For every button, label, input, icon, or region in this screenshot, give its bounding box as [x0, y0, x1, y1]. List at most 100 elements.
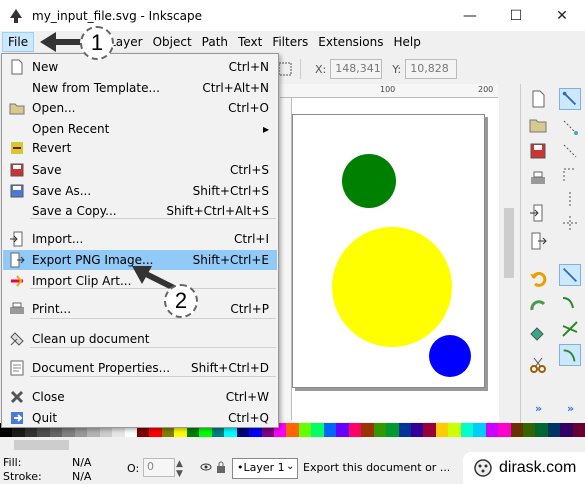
file-menu-item[interactable]: New Ctrl+N [3, 57, 277, 77]
color-swatch[interactable] [361, 423, 374, 437]
color-swatch[interactable] [410, 423, 424, 437]
quit-icon [11, 412, 23, 424]
y-label: Y: [392, 62, 402, 76]
snap-intersection-icon[interactable] [561, 320, 579, 338]
undo-icon[interactable] [529, 270, 547, 288]
color-swatch[interactable] [510, 423, 524, 437]
file-menu-item[interactable]: Import... Ctrl+I [3, 229, 277, 249]
canvas[interactable] [292, 98, 499, 422]
color-swatch[interactable] [348, 423, 362, 437]
vertical-scrollbar[interactable] [499, 98, 519, 422]
file-menu-item-label: Open... [32, 101, 76, 115]
color-swatch[interactable] [298, 423, 312, 437]
stroke-value[interactable]: N/A [72, 470, 91, 483]
file-menu-item-shortcut: Shift+Ctrl+Alt+S [166, 204, 269, 218]
file-menu-item[interactable]: Save Ctrl+S [3, 160, 277, 180]
file-menu-item[interactable]: Quit Ctrl+Q [3, 408, 277, 428]
color-swatch[interactable] [572, 423, 585, 437]
green-circle[interactable] [342, 154, 396, 208]
snap-path-icon[interactable] [561, 294, 579, 312]
color-swatch[interactable] [323, 423, 337, 437]
horizontal-scrollbar[interactable] [0, 437, 585, 453]
select-all-icon[interactable] [278, 62, 292, 76]
status-message: Export this document or ... [303, 461, 451, 474]
color-swatch[interactable] [398, 423, 411, 437]
file-menu-item[interactable]: Open Recent ▸ [3, 119, 277, 139]
chevron-down-icon[interactable]: ⌄ [286, 461, 294, 472]
color-swatch[interactable] [435, 423, 449, 437]
folder-open-icon [9, 103, 25, 115]
file-menu-item[interactable]: Print... Ctrl+P [3, 299, 277, 319]
color-swatch[interactable] [448, 423, 461, 437]
file-menu-item[interactable]: Document Properties... Shift+Ctrl+D [3, 358, 277, 378]
color-swatch[interactable] [286, 423, 299, 437]
watermark-text: dirask.com [499, 459, 577, 476]
file-menu-item-label: Quit [32, 411, 58, 425]
menu-filters[interactable]: Filters [267, 32, 313, 52]
menu-separator [30, 347, 276, 348]
blue-circle[interactable] [429, 335, 471, 377]
file-menu-item[interactable]: New from Template... Ctrl+Alt+N [3, 78, 277, 98]
more-commands-icon[interactable]: » [535, 402, 542, 415]
new-document-icon[interactable] [529, 90, 547, 108]
right-toolbars: » » [520, 84, 585, 424]
color-swatch[interactable] [336, 423, 349, 437]
fill-value[interactable]: N/A [72, 456, 91, 469]
opacity-stepper[interactable]: ▲ ▼ [176, 459, 183, 479]
snap-bbox-midpoint-icon[interactable] [561, 190, 579, 208]
file-menu-item[interactable]: Open... Ctrl+O [3, 98, 277, 118]
folder-open-icon[interactable] [529, 116, 547, 134]
x-coordinate-input[interactable]: 148,341 [330, 59, 383, 79]
color-swatch[interactable] [473, 423, 486, 437]
more-snap-controls-icon[interactable]: » [567, 402, 574, 415]
zoom-drawing-icon[interactable] [529, 324, 547, 342]
color-swatch[interactable] [560, 423, 573, 437]
color-swatch[interactable] [535, 423, 548, 437]
color-swatch[interactable] [373, 423, 387, 437]
snap-enable-icon[interactable] [559, 88, 581, 110]
file-menu-item-shortcut: Ctrl+I [234, 232, 269, 246]
file-menu-item[interactable]: Revert [3, 138, 277, 158]
snap-bbox-icon[interactable] [561, 118, 579, 136]
menu-path[interactable]: Path [197, 32, 233, 52]
snap-bbox-corner-icon[interactable] [561, 166, 579, 184]
menu-object[interactable]: Object [148, 32, 197, 52]
file-menu-item[interactable]: Save As... Shift+Ctrl+S [3, 181, 277, 201]
color-swatch[interactable] [498, 423, 511, 437]
redo-icon[interactable] [529, 296, 547, 314]
snap-bbox-edge-icon[interactable] [561, 142, 579, 160]
color-swatch[interactable] [485, 423, 499, 437]
layer-visibility-icon[interactable] [200, 461, 212, 473]
file-menu-item[interactable]: Clean up document [3, 329, 277, 349]
menu-file[interactable]: File [2, 32, 35, 52]
y-coordinate-input[interactable]: 10,828 [405, 59, 458, 79]
print-icon[interactable] [529, 170, 547, 188]
vertical-ruler [280, 98, 292, 420]
save-icon[interactable] [529, 142, 547, 160]
file-menu-item[interactable]: Close Ctrl+W [3, 387, 277, 407]
import-icon[interactable] [529, 204, 547, 222]
minimize-button[interactable]: — [447, 0, 493, 31]
layer-lock-icon[interactable] [215, 460, 227, 474]
snap-smooth-nodes-icon[interactable] [559, 344, 581, 366]
color-swatch[interactable] [547, 423, 561, 437]
color-swatch[interactable] [423, 423, 436, 437]
menu-help[interactable]: Help [388, 32, 425, 52]
step-2-callout: 2 [164, 284, 198, 318]
opacity-input[interactable]: 0 [143, 458, 175, 477]
vertical-scrollbar-thumb[interactable] [504, 208, 514, 278]
color-swatch[interactable] [523, 423, 536, 437]
cut-icon[interactable] [529, 356, 547, 374]
horizontal-scrollbar-thumb[interactable] [14, 440, 69, 450]
snap-nodes-icon[interactable] [559, 264, 581, 286]
menu-extensions[interactable]: Extensions [313, 32, 388, 52]
color-swatch[interactable] [311, 423, 324, 437]
snap-bbox-center-icon[interactable] [561, 214, 579, 232]
color-swatch[interactable] [460, 423, 474, 437]
close-window-button[interactable]: ✕ [539, 0, 585, 31]
menu-text[interactable]: Text [233, 32, 267, 52]
color-swatch[interactable] [386, 423, 399, 437]
export-icon[interactable] [529, 232, 547, 250]
maximize-button[interactable]: ☐ [493, 0, 539, 31]
yellow-circle[interactable] [332, 227, 452, 347]
